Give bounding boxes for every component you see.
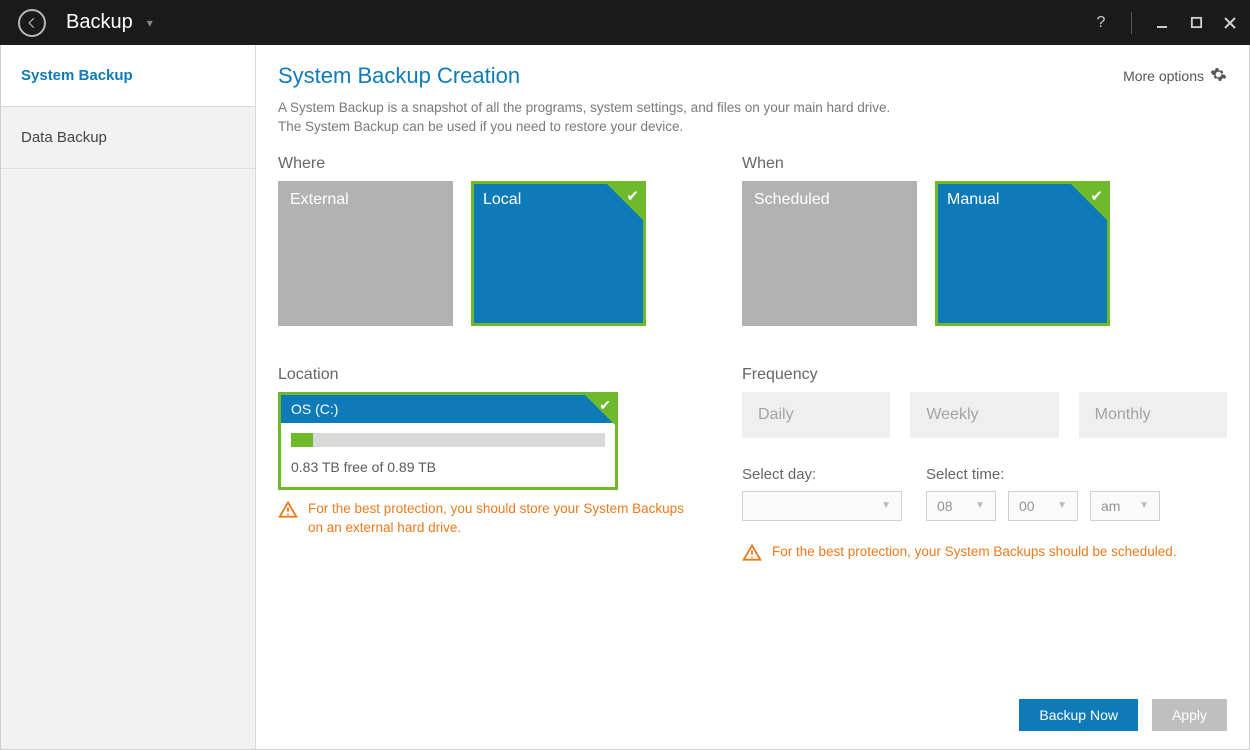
main-content: System Backup Creation More options A Sy… (256, 45, 1249, 749)
select-ampm-value: am (1101, 498, 1120, 514)
select-hour-value: 08 (937, 498, 953, 514)
description-line1: A System Backup is a snapshot of all the… (278, 99, 1227, 118)
warning-icon (742, 543, 762, 563)
select-day-label: Select day: (742, 466, 902, 483)
check-icon: ✔ (1090, 187, 1103, 205)
warning-icon (278, 500, 298, 520)
frequency-label: Frequency (742, 366, 1227, 384)
arrow-left-icon (25, 16, 39, 30)
chevron-down-icon: ▼ (1139, 500, 1149, 511)
chevron-down-icon[interactable]: ▾ (147, 16, 153, 30)
storage-free-text: 0.83 TB free of 0.89 TB (291, 459, 605, 475)
where-option-local[interactable]: Local ✔ (471, 181, 646, 326)
sidebar-item-label: System Backup (21, 67, 133, 84)
description-line2: The System Backup can be used if you nee… (278, 118, 1227, 137)
chevron-down-icon: ▼ (881, 500, 891, 511)
sidebar-item-data-backup[interactable]: Data Backup (1, 107, 255, 169)
select-day-dropdown[interactable]: ▼ (742, 491, 902, 521)
more-options-label: More options (1123, 68, 1204, 84)
when-option-scheduled[interactable]: Scheduled ✔ (742, 181, 917, 326)
select-minute-dropdown[interactable]: 00 ▼ (1008, 491, 1078, 521)
maximize-button[interactable] (1186, 13, 1206, 33)
close-button[interactable] (1220, 13, 1240, 33)
select-ampm-dropdown[interactable]: am ▼ (1090, 491, 1160, 521)
schedule-warning-text: For the best protection, your System Bac… (772, 543, 1176, 562)
location-warning-text: For the best protection, you should stor… (308, 500, 698, 538)
sidebar-item-system-backup[interactable]: System Backup (1, 45, 255, 107)
storage-bar-fill (291, 433, 313, 447)
select-minute-value: 00 (1019, 498, 1035, 514)
apply-button[interactable]: Apply (1152, 699, 1227, 731)
description: A System Backup is a snapshot of all the… (278, 99, 1227, 137)
storage-bar (291, 433, 605, 447)
gear-icon (1210, 66, 1227, 86)
sidebar-item-label: Data Backup (21, 129, 107, 146)
when-label: When (742, 155, 1227, 173)
tile-label: External (290, 191, 349, 208)
frequency-option-monthly[interactable]: Monthly (1079, 392, 1227, 438)
back-button[interactable] (18, 9, 46, 37)
tile-label: Local (483, 191, 521, 208)
location-warning: For the best protection, you should stor… (278, 500, 698, 538)
chevron-down-icon: ▼ (975, 500, 985, 511)
page-title: System Backup Creation (278, 63, 520, 89)
location-drive-name: OS (C:) (291, 401, 338, 417)
frequency-option-daily[interactable]: Daily (742, 392, 890, 438)
location-label: Location (278, 366, 698, 384)
separator (1131, 12, 1132, 34)
check-icon: ✔ (599, 397, 611, 414)
more-options-button[interactable]: More options (1123, 66, 1227, 86)
location-card[interactable]: OS (C:) ✔ 0.83 TB free of 0.89 TB (278, 392, 618, 490)
footer: Backup Now Apply (278, 679, 1227, 731)
tile-label: Scheduled (754, 191, 830, 208)
where-label: Where (278, 155, 698, 173)
select-time-label: Select time: (926, 466, 1160, 483)
schedule-warning: For the best protection, your System Bac… (742, 543, 1227, 563)
help-button[interactable]: ? (1091, 13, 1111, 33)
frequency-option-weekly[interactable]: Weekly (910, 392, 1058, 438)
minimize-button[interactable] (1152, 13, 1172, 33)
check-icon: ✔ (626, 187, 639, 205)
when-option-manual[interactable]: Manual ✔ (935, 181, 1110, 326)
chevron-down-icon: ▼ (1057, 500, 1067, 511)
tile-label: Manual (947, 191, 999, 208)
sidebar: System Backup Data Backup (1, 45, 256, 749)
select-hour-dropdown[interactable]: 08 ▼ (926, 491, 996, 521)
title-bar: Backup ▾ ? (0, 0, 1250, 45)
window-title: Backup (66, 11, 133, 34)
where-option-external[interactable]: External ✔ (278, 181, 453, 326)
backup-now-button[interactable]: Backup Now (1019, 699, 1138, 731)
